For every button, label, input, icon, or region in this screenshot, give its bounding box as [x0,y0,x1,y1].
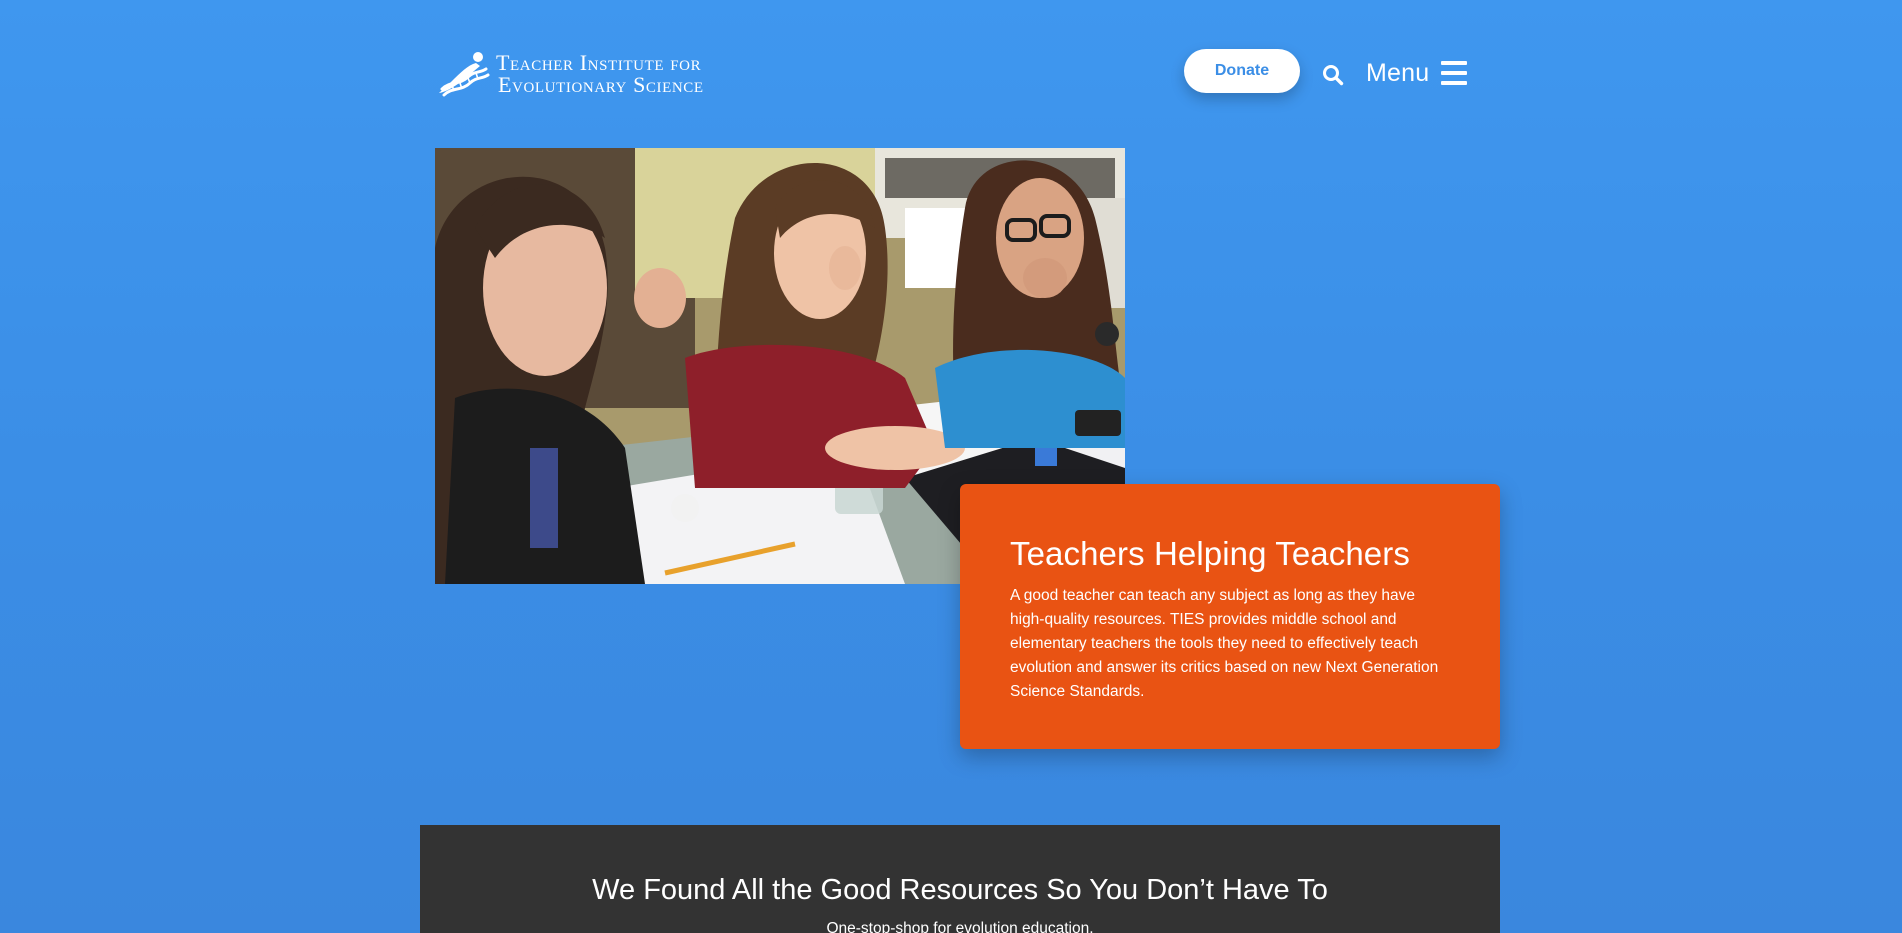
search-button[interactable] [1320,62,1346,88]
resources-section: We Found All the Good Resources So You D… [420,825,1500,933]
donate-button[interactable]: Donate [1184,49,1300,93]
logo-text: Teacher Institute for Evolutionary Scien… [496,52,704,96]
search-icon [1323,65,1344,86]
site-logo[interactable]: Teacher Institute for Evolutionary Scien… [438,50,758,98]
logo-text-line1: Teacher Institute for [496,50,702,75]
feature-card: Teachers Helping Teachers A good teacher… [960,484,1500,749]
feature-title: Teachers Helping Teachers [1010,535,1410,572]
resources-subtitle: One-stop-shop for evolution education. [826,920,1094,933]
menu-button[interactable]: Menu [1366,54,1468,92]
feature-body: A good teacher can teach any subject as … [1010,587,1439,700]
dna-figure-logo-icon [439,52,490,97]
resources-title: We Found All the Good Resources So You D… [592,874,1328,906]
logo-text-line2: Evolutionary Science [498,72,704,97]
hamburger-menu-icon [1441,61,1468,85]
menu-label: Menu [1366,58,1430,87]
